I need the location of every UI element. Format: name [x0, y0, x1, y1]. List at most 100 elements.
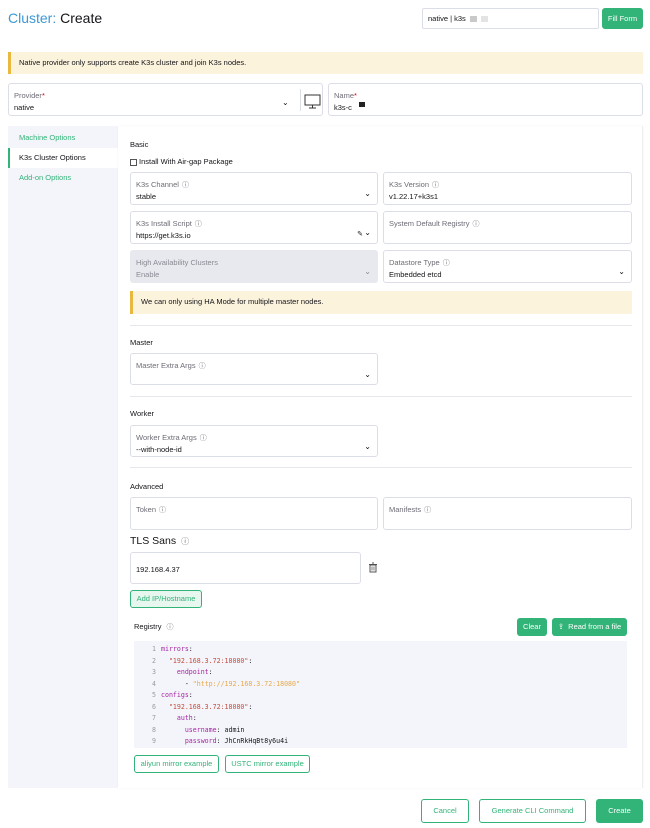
code-line: configs: [161, 691, 193, 699]
code-line-number: 4 [152, 679, 156, 688]
basic-heading: Basic [130, 140, 149, 149]
ha-label: High Availability Clusters [136, 258, 218, 267]
info-icon: ⓘ [166, 624, 174, 631]
template-search-value: native | k3s [428, 14, 466, 23]
options-sidenav: Machine Options K3s Cluster Options Add-… [8, 126, 118, 788]
info-icon: ⓘ [194, 221, 202, 228]
breadcrumb-cluster[interactable]: Cluster: [8, 10, 56, 26]
advanced-heading: Advanced [130, 482, 164, 491]
install-script-value: https://get.k3s.io [136, 231, 191, 240]
info-icon: ⓘ [424, 507, 432, 514]
datastore-type-select[interactable]: Datastore Type ⓘ Embedded etcd ⌄ [383, 250, 632, 283]
create-button[interactable]: Create [596, 799, 643, 823]
code-line: "192.168.3.72:18080": [168, 702, 253, 711]
code-line-number: 1 [152, 645, 156, 653]
name-value: k3s-c [334, 103, 352, 112]
cancel-button[interactable]: Cancel [421, 799, 469, 823]
airgap-label: Install With Air-gap Package [139, 157, 233, 166]
upload-icon: ⇪ [557, 622, 565, 631]
datastore-label: Datastore Type ⓘ [389, 258, 450, 267]
k3s-version-select[interactable]: K3s Version ⓘ v1.22.17+k3s1 [383, 172, 632, 205]
k3s-version-label: K3s Version ⓘ [389, 180, 440, 189]
k3s-channel-label: K3s Channel ⓘ [136, 180, 189, 189]
ha-clusters-select: High Availability Clusters Enable ⌄ [130, 250, 378, 283]
code-line: mirrors: [161, 645, 193, 653]
code-line: auth: [176, 714, 197, 722]
chevron-down-icon[interactable]: ⌄ [364, 228, 371, 237]
chevron-down-icon: ⌄ [364, 267, 371, 276]
info-icon: ⓘ [198, 363, 206, 370]
clear-registry-button[interactable]: Clear [517, 618, 547, 636]
sidenav-item-machine-options[interactable]: Machine Options [8, 128, 118, 148]
page-title: Cluster: Create [8, 10, 102, 26]
code-line-number: 5 [152, 691, 156, 699]
monitor-icon [300, 89, 321, 111]
code-line-number: 2 [152, 656, 156, 665]
k3s-channel-value: stable [136, 192, 157, 201]
token-field[interactable]: Token ⓘ [130, 497, 378, 530]
fill-form-button[interactable]: Fill Form [602, 8, 643, 29]
install-script-label: K3s Install Script ⓘ [136, 219, 202, 228]
ustc-mirror-example-button[interactable]: USTC mirror example [225, 755, 310, 773]
divider [130, 396, 632, 397]
name-label: Name* [334, 91, 357, 100]
code-line: endpoint: [176, 668, 213, 676]
manifests-field[interactable]: Manifests ⓘ [383, 497, 632, 530]
read-from-file-button[interactable]: ⇪ Read from a file [552, 618, 627, 636]
chevron-down-icon: ⌄ [364, 442, 371, 451]
master-heading: Master [130, 338, 153, 347]
code-line: - "http://192.168.3.72:18080" [184, 679, 300, 688]
provider-info-banner: Native provider only supports create K3s… [8, 52, 643, 74]
code-line-number: 9 [152, 737, 156, 745]
registry-code-editor[interactable]: 1 mirrors: 2 "192.168.3.72:18080": 3 endpoi… [134, 641, 627, 748]
airgap-checkbox-row[interactable]: Install With Air-gap Package [130, 157, 233, 166]
worker-args-value: --with-node-id [136, 445, 182, 454]
tls-sans-heading: TLS Sans ⓘ [130, 535, 190, 547]
datastore-value: Embedded etcd [389, 270, 442, 279]
info-icon: ⓘ [159, 507, 167, 514]
info-icon: ⓘ [199, 435, 207, 442]
worker-args-label: Worker Extra Args ⓘ [136, 433, 207, 442]
master-extra-args-select[interactable]: Master Extra Args ⓘ ⌄ [130, 353, 378, 385]
system-default-registry-field[interactable]: System Default Registry ⓘ [383, 211, 632, 244]
cluster-name-field[interactable]: Name* k3s-c [328, 83, 643, 116]
code-line: password: JhCnRkHqBt8y6u4i [184, 737, 289, 745]
page-title-text: Create [60, 10, 103, 26]
info-icon: ⓘ [181, 537, 190, 546]
chevron-down-icon: ⌄ [618, 267, 625, 276]
divider [130, 467, 632, 468]
info-icon: ⓘ [442, 260, 450, 267]
ha-value: Enable [136, 270, 160, 279]
ha-warning-banner: We can only using HA Mode for multiple m… [130, 291, 632, 314]
aliyun-mirror-example-button[interactable]: aliyun mirror example [134, 755, 219, 773]
system-registry-label: System Default Registry ⓘ [389, 219, 480, 228]
sidenav-item-addon-options[interactable]: Add-on Options [8, 168, 118, 188]
code-line-number: 8 [152, 725, 156, 734]
code-line-number: 7 [152, 714, 156, 722]
edit-icon[interactable]: ✎ [357, 230, 363, 238]
airgap-checkbox[interactable] [130, 158, 137, 166]
registry-label: Registry ⓘ [134, 622, 174, 631]
k3s-install-script-field[interactable]: K3s Install Script ⓘ https://get.k3s.io ✎… [130, 211, 378, 244]
token-label: Token ⓘ [136, 505, 167, 514]
provider-select[interactable]: Provider* native ⌄ [8, 83, 323, 116]
chevron-down-icon: ⌄ [364, 189, 371, 198]
master-args-label: Master Extra Args ⓘ [136, 361, 206, 370]
add-ip-hostname-button[interactable]: Add IP/Hostname [130, 590, 202, 608]
tls-san-value: 192.168.4.37 [136, 565, 180, 574]
divider [130, 325, 632, 326]
template-search-input[interactable]: native | k3s [422, 8, 599, 29]
manifests-label: Manifests ⓘ [389, 505, 432, 514]
code-line-number: 3 [152, 668, 156, 676]
generate-cli-command-button[interactable]: Generate CLI Command [479, 799, 586, 823]
sidenav-item-k3s-cluster-options[interactable]: K3s Cluster Options [8, 148, 118, 168]
trash-icon[interactable] [368, 562, 378, 575]
k3s-channel-select[interactable]: K3s Channel ⓘ stable ⌄ [130, 172, 378, 205]
info-icon: ⓘ [432, 182, 440, 189]
code-line-number: 6 [152, 702, 156, 711]
code-line: "192.168.3.72:18080": [168, 656, 253, 665]
provider-label: Provider* [14, 91, 45, 100]
worker-extra-args-select[interactable]: Worker Extra Args ⓘ --with-node-id ⌄ [130, 425, 378, 457]
worker-heading: Worker [130, 409, 155, 418]
tls-san-input[interactable]: 192.168.4.37 [130, 552, 361, 584]
